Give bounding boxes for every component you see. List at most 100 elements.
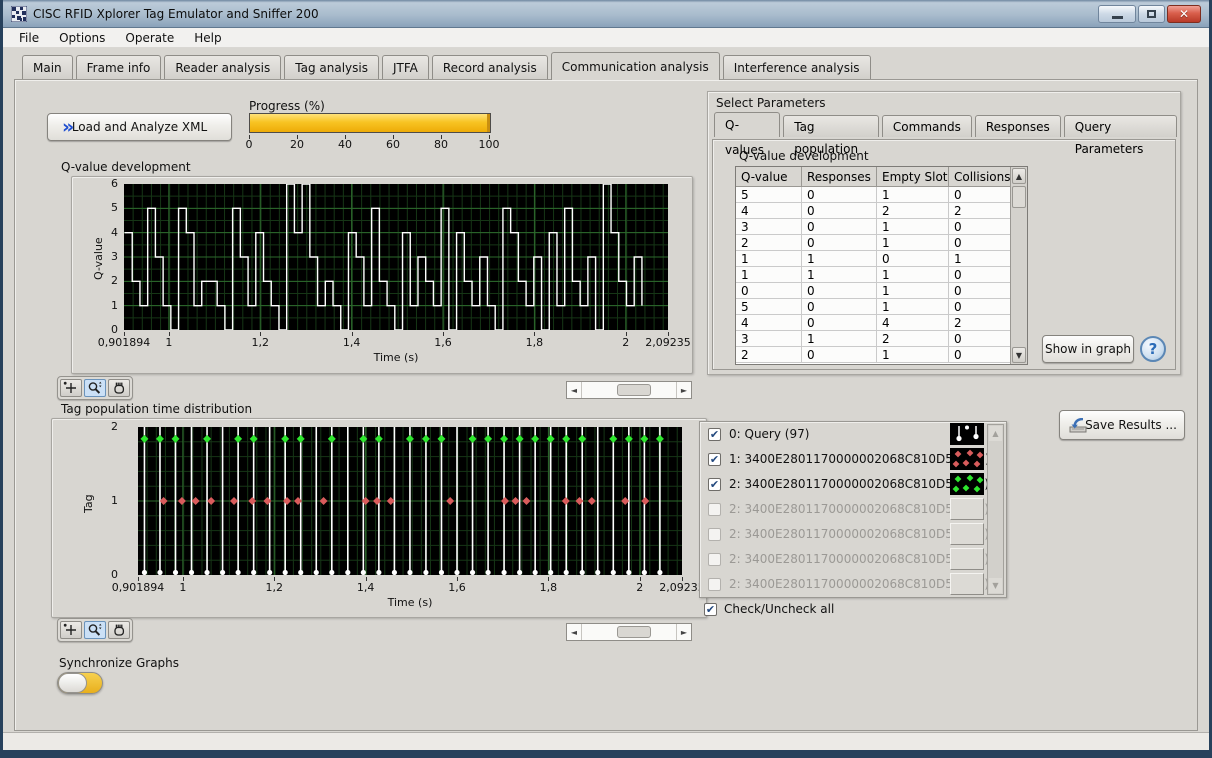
zoom-tool-button[interactable] — [84, 621, 106, 639]
plot-style-button[interactable] — [950, 573, 984, 595]
menu-help[interactable]: Help — [184, 29, 231, 47]
menu-operate[interactable]: Operate — [115, 29, 184, 47]
load-button-label: Load and Analyze XML — [72, 120, 207, 134]
scroll-up-icon[interactable]: ▲ — [989, 426, 1002, 441]
tag-population-graph-title: Tag population time distribution — [61, 402, 252, 416]
tab-main[interactable]: Main — [22, 55, 73, 79]
table-row: 4042 — [736, 315, 1027, 331]
tab-tag-analysis[interactable]: Tag analysis — [284, 55, 379, 79]
menu-options[interactable]: Options — [49, 29, 115, 47]
plot-style-button[interactable] — [950, 523, 984, 545]
legend-item[interactable]: ✔1: 3400E2801170000002068C810D5C (67) — [700, 447, 1006, 472]
legend-item[interactable]: 2: 3400E2801170000002068C810D59 (83) — [700, 497, 1006, 522]
plot-style-button[interactable] — [950, 548, 984, 570]
show-in-graph-button[interactable]: Show in graph — [1042, 335, 1134, 363]
tab-communication-analysis[interactable]: Communication analysis — [551, 52, 720, 80]
scale-label: 40 — [338, 138, 352, 151]
column-header-empty-slots[interactable]: Empty Slots — [877, 167, 949, 187]
scroll-down-icon[interactable]: ▼ — [1012, 347, 1026, 363]
legend-checkbox[interactable] — [708, 503, 721, 516]
help-button[interactable]: ? — [1140, 336, 1166, 362]
tab-record-analysis[interactable]: Record analysis — [432, 55, 548, 79]
scroll-right-icon[interactable]: ► — [676, 382, 691, 398]
column-header-q-value[interactable]: Q-value — [736, 167, 802, 187]
param-tab-tag-population[interactable]: Tag population — [783, 115, 879, 137]
table-cell: 2 — [736, 347, 802, 363]
check-all-checkbox[interactable]: ✔ — [704, 603, 717, 616]
red-diamond-plot-style-icon[interactable] — [950, 448, 984, 470]
table-cell: 4 — [877, 315, 949, 331]
legend-item[interactable]: 2: 3400E2801170000002068C810D59 (83) — [700, 572, 1006, 597]
zoom-icon — [87, 623, 103, 637]
tag-graph-h-scrollbar[interactable]: ◄ ► — [566, 623, 692, 641]
legend-checkbox[interactable]: ✔ — [708, 478, 721, 491]
table-cell: 1 — [877, 347, 949, 363]
q-value-plot-area[interactable] — [124, 184, 668, 330]
table-cell: 0 — [802, 235, 877, 251]
legend-item[interactable]: 2: 3400E2801170000002068C810D59 (83) — [700, 522, 1006, 547]
plot-style-button[interactable] — [950, 498, 984, 520]
x-tick-label: 0,901894 — [98, 336, 151, 349]
x-tick-label: 1,8 — [540, 581, 558, 594]
crosshair-tool-button[interactable] — [60, 621, 82, 639]
column-header-responses[interactable]: Responses — [802, 167, 877, 187]
legend-checkbox[interactable]: ✔ — [708, 428, 721, 441]
y-tick-label: 3 — [111, 250, 118, 263]
tab-interference-analysis[interactable]: Interference analysis — [723, 55, 871, 79]
y-tick-label: 5 — [111, 201, 118, 214]
zoom-tool-button[interactable] — [84, 379, 106, 397]
param-tab-query-parameters[interactable]: Query Parameters — [1064, 115, 1177, 137]
scroll-thumb[interactable] — [617, 384, 651, 396]
y-tick-label: 1 — [111, 299, 118, 312]
legend-item[interactable]: ✔2: 3400E2801170000002068C810D59 (83) — [700, 472, 1006, 497]
scale-label: 60 — [386, 138, 400, 151]
minimize-button[interactable] — [1098, 5, 1136, 23]
scroll-left-icon[interactable]: ◄ — [567, 624, 582, 640]
legend-checkbox[interactable] — [708, 578, 721, 591]
pan-tool-button[interactable] — [108, 621, 130, 639]
menu-file[interactable]: File — [9, 29, 49, 47]
q-graph-h-scrollbar[interactable]: ◄ ► — [566, 381, 692, 399]
crosshair-tool-button[interactable] — [60, 379, 82, 397]
x-tick-label: 1,4 — [343, 336, 361, 349]
tag-y-ticks: 012 — [92, 427, 120, 575]
white-lollipop-plot-style-icon[interactable] — [950, 423, 984, 445]
table-row: 3120 — [736, 331, 1027, 347]
table-row: 1110 — [736, 267, 1027, 283]
show-in-graph-label: Show in graph — [1045, 342, 1131, 356]
tab-jtfa[interactable]: JTFA — [382, 55, 429, 79]
legend-checkbox[interactable]: ✔ — [708, 453, 721, 466]
scroll-down-icon[interactable]: ▼ — [989, 578, 1002, 593]
table-v-scrollbar[interactable]: ▲ ▼ — [1010, 167, 1027, 364]
table-cell: 0 — [949, 347, 1011, 363]
tab-frame-info[interactable]: Frame info — [76, 55, 162, 79]
param-tab-q-values[interactable]: Q-values — [714, 112, 780, 137]
save-results-button[interactable]: Save Results ... — [1059, 410, 1185, 440]
q-value-y-ticks: 0123456 — [88, 184, 120, 330]
legend-item[interactable]: ✔0: Query (97) — [700, 422, 1006, 447]
select-parameters-panel: Select Parameters Q-valuesTag population… — [707, 91, 1181, 375]
green-diamond-plot-style-icon[interactable] — [950, 473, 984, 495]
close-button[interactable]: ✕ — [1167, 5, 1201, 23]
param-tab-commands[interactable]: Commands — [882, 115, 972, 137]
param-tab-responses[interactable]: Responses — [975, 115, 1061, 137]
tab-reader-analysis[interactable]: Reader analysis — [164, 55, 281, 79]
scroll-right-icon[interactable]: ► — [676, 624, 691, 640]
legend-item[interactable]: 2: 3400E2801170000002068C810D59 (83) — [700, 547, 1006, 572]
pan-tool-button[interactable] — [108, 379, 130, 397]
legend-checkbox[interactable] — [708, 528, 721, 541]
legend-checkbox[interactable] — [708, 553, 721, 566]
tag-population-plot-area[interactable] — [138, 427, 682, 575]
scroll-thumb[interactable] — [1012, 186, 1026, 208]
scroll-up-icon[interactable]: ▲ — [1012, 168, 1026, 184]
table-cell: 1 — [736, 267, 802, 283]
scroll-thumb[interactable] — [617, 626, 651, 638]
check-uncheck-all[interactable]: ✔ Check/Uncheck all — [704, 602, 834, 616]
legend-v-scrollbar[interactable]: ▲ ▼ — [987, 424, 1004, 595]
maximize-button[interactable] — [1138, 5, 1165, 23]
synchronize-graphs-toggle[interactable] — [57, 672, 103, 694]
scroll-left-icon[interactable]: ◄ — [567, 382, 582, 398]
column-header-collisions[interactable]: Collisions — [949, 167, 1011, 187]
save-results-label: Save Results ... — [1085, 418, 1177, 432]
load-and-analyze-xml-button[interactable]: » Load and Analyze XML — [47, 113, 232, 141]
